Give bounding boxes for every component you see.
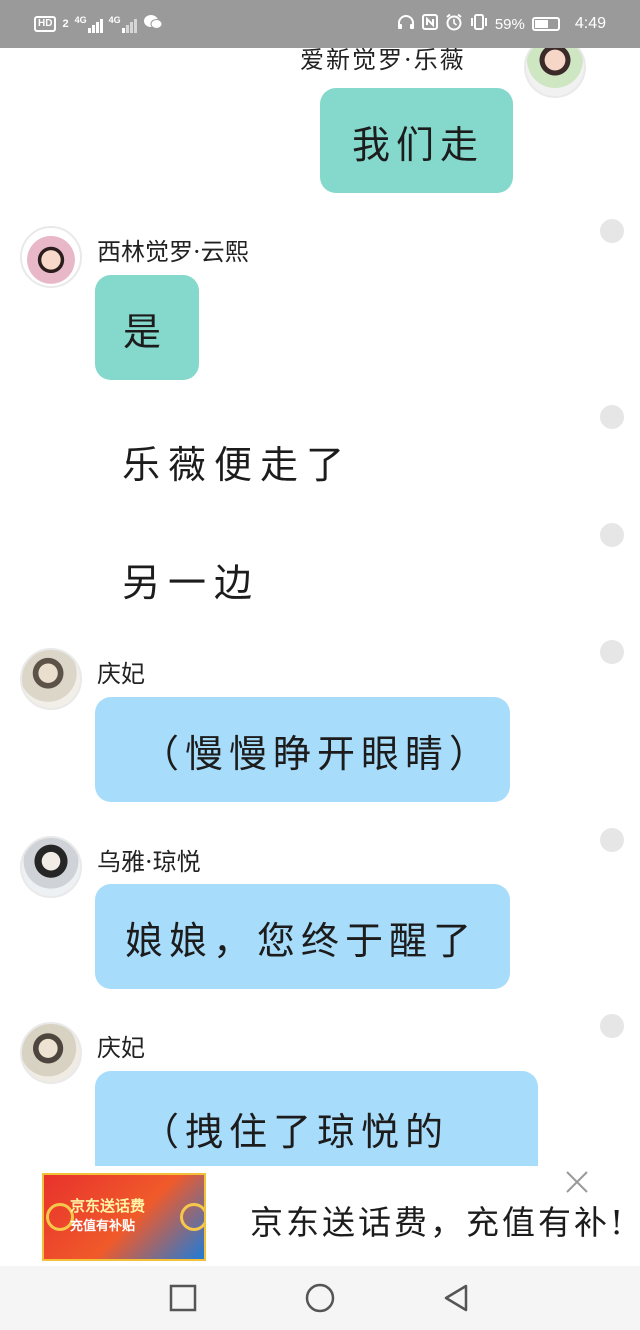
avatar[interactable] [20, 226, 82, 288]
message-status-dot[interactable] [600, 640, 624, 664]
message-bubble[interactable]: 我们走 [320, 88, 513, 193]
message-bubble[interactable]: 娘娘，您终于醒了 [95, 884, 510, 989]
chat-area[interactable]: 爱新觉罗·乐薇 我们走 西林觉罗·云熙 是 乐薇便走了 另一边 庆妃 （慢慢睁开… [0, 48, 640, 1166]
ad-image-subtitle: 充值有补贴 [70, 1218, 136, 1233]
message-status-dot[interactable] [600, 523, 624, 547]
speaker-name: 庆妃 [97, 1034, 145, 1062]
navigation-bar [0, 1266, 640, 1330]
avatar[interactable] [20, 1022, 82, 1084]
message-status-dot[interactable] [600, 219, 624, 243]
alarm-icon [445, 13, 463, 35]
recent-apps-icon[interactable] [167, 1282, 199, 1314]
nfc-icon [421, 14, 438, 34]
speaker-name: 西林觉罗·云熙 [97, 238, 249, 266]
vibrate-icon [470, 14, 488, 34]
message-status-dot[interactable] [600, 1014, 624, 1038]
speaker-name: 庆妃 [97, 660, 145, 688]
battery-percent: 59% [494, 15, 525, 33]
message-status-dot[interactable] [600, 828, 624, 852]
hd-icon: HD [34, 16, 57, 32]
back-icon[interactable] [440, 1282, 472, 1314]
speaker-name: 乌雅·琼悦 [97, 848, 201, 876]
clock: 4:49 [574, 15, 606, 32]
message-bubble[interactable]: 是 [95, 275, 199, 380]
headphones-icon [397, 14, 415, 34]
avatar[interactable] [524, 48, 586, 98]
status-bar: HD 2 4G 4G 59% 4:49 [0, 0, 640, 48]
speaker-name: 爱新觉罗·乐薇 [300, 48, 466, 74]
narration-text[interactable]: 另一边 [122, 552, 260, 607]
signal-icon: 4G [109, 15, 137, 33]
message-bubble[interactable]: （慢慢睁开眼睛） [95, 697, 510, 802]
home-icon[interactable] [304, 1282, 336, 1314]
sim-number: 2 [62, 18, 69, 30]
signal-icon: 4G [75, 15, 103, 33]
battery-icon [531, 17, 560, 31]
message-bubble[interactable]: （拽住了琼悦的 [95, 1071, 538, 1166]
ad-text[interactable]: 京东送话费，充值有补! [250, 1196, 630, 1244]
ad-image[interactable]: 京东送话费 充值有补贴 [42, 1173, 206, 1261]
close-icon[interactable] [560, 1168, 594, 1202]
ad-image-title: 京东送话费 [70, 1198, 146, 1215]
narration-text[interactable]: 乐薇便走了 [122, 434, 352, 489]
wechat-icon [143, 14, 163, 34]
message-status-dot[interactable] [600, 405, 624, 429]
avatar[interactable] [20, 836, 82, 898]
ad-banner[interactable]: 京东送话费 充值有补贴 京东送话费，充值有补! [0, 1166, 640, 1266]
avatar[interactable] [20, 648, 82, 710]
